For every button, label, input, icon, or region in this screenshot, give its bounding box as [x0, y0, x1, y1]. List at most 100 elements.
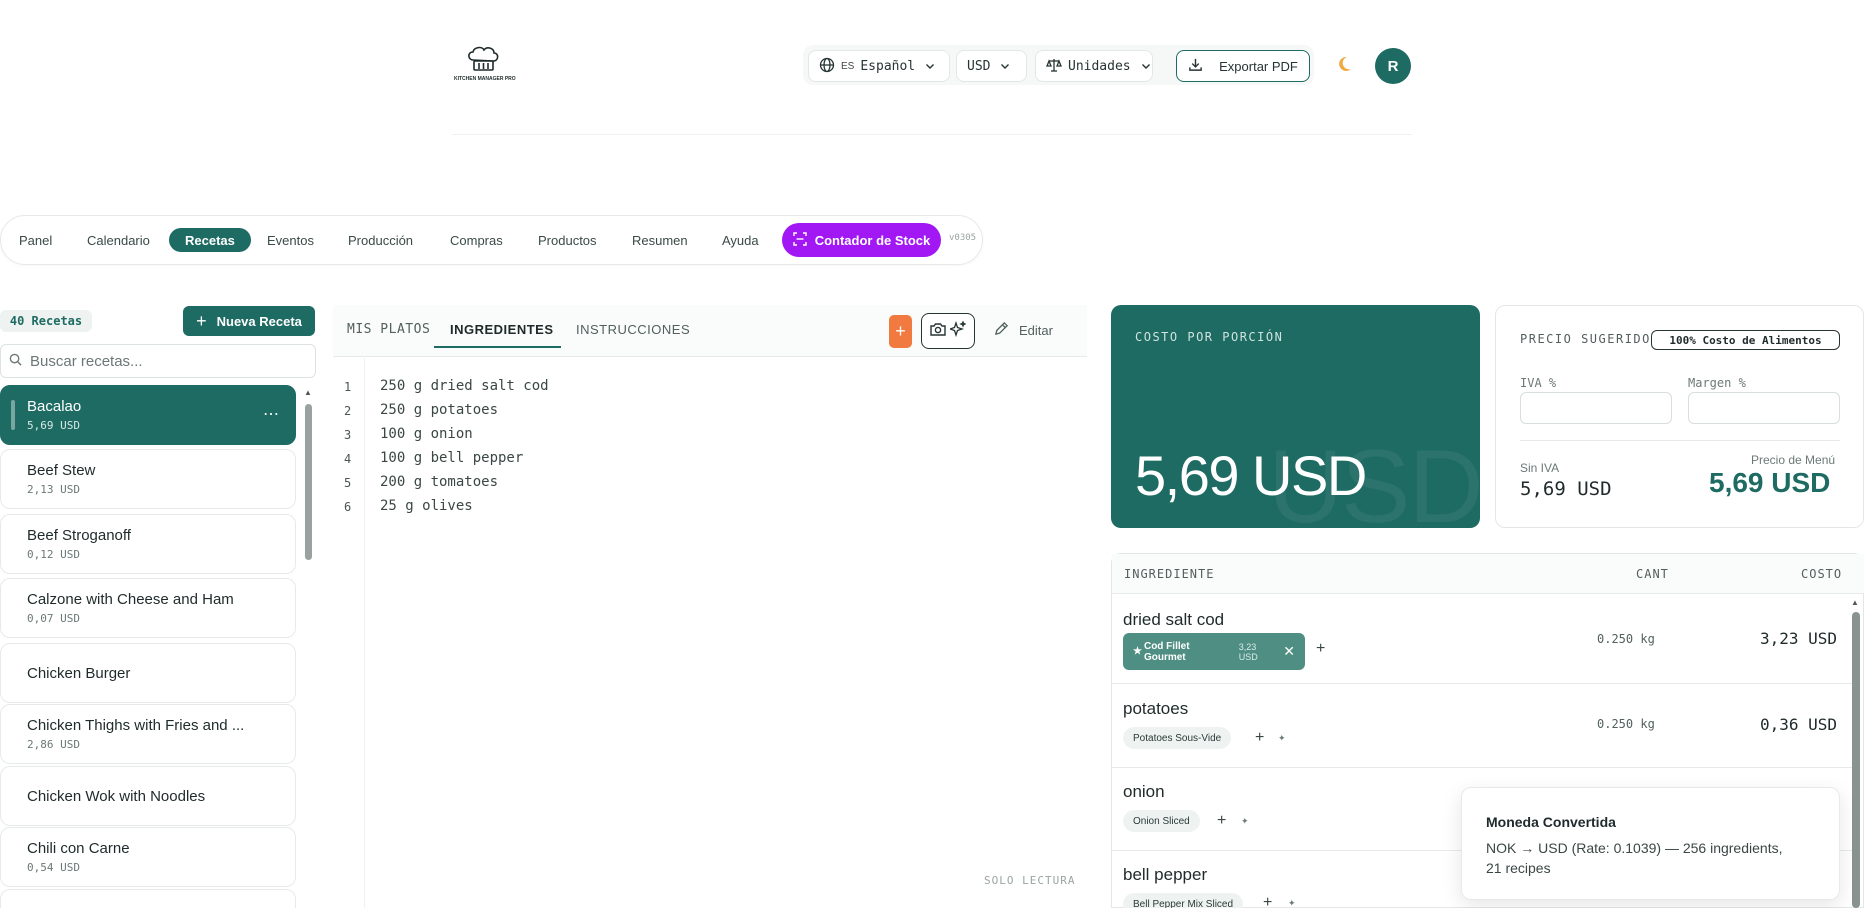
recipe-item[interactable]: Chicken Wok with Noodles — [0, 766, 296, 826]
recipe-name: Chicken Thighs with Fries and ... — [27, 717, 245, 734]
stock-counter-button[interactable]: Contador de Stock — [782, 223, 941, 257]
recipe-price: 0,12 USD — [27, 548, 80, 561]
chevron-down-icon — [925, 59, 935, 74]
column-header-ingredient: INGREDIENTE — [1124, 567, 1215, 581]
scroll-up-arrow-icon[interactable]: ▲ — [1851, 598, 1859, 607]
tab-ingredientes[interactable]: INGREDIENTES — [450, 322, 554, 337]
edit-button[interactable]: Editar — [994, 321, 1053, 339]
chevron-down-icon — [1000, 59, 1010, 74]
nav-item-panel[interactable]: Panel — [3, 228, 68, 252]
tab-mis-platos[interactable]: MIS PLATOS — [347, 322, 430, 337]
sparkle-icon[interactable]: ✦ — [1278, 733, 1286, 744]
tab-instrucciones[interactable]: INSTRUCCIONES — [576, 322, 690, 337]
product-chip[interactable]: Potatoes Sous-Vide — [1123, 727, 1232, 749]
camera-icon — [930, 322, 946, 341]
export-pdf-button[interactable]: Exportar PDF — [1176, 50, 1310, 82]
menu-price-value: 5,69 USD — [1709, 467, 1831, 498]
recipe-active-indicator — [11, 400, 15, 430]
add-ingredient-button[interactable]: + — [889, 315, 912, 348]
table-scrollbar[interactable] — [1852, 612, 1860, 908]
language-select[interactable]: ES Español — [808, 50, 950, 82]
product-chip[interactable]: Onion Sliced — [1123, 810, 1200, 832]
suggested-price-label: PRECIO SUGERIDO — [1520, 332, 1651, 346]
editor-line[interactable]: 250 g dried salt cod — [380, 378, 549, 394]
sidebar-scrollbar[interactable] — [305, 404, 312, 560]
scroll-up-arrow-icon[interactable]: ▲ — [304, 388, 312, 397]
recipe-search-input[interactable]: Buscar recetas... — [0, 344, 316, 378]
line-number: 4 — [344, 452, 352, 466]
product-chip[interactable]: Bell Pepper Mix Sliced — [1123, 893, 1244, 908]
new-recipe-label: Nueva Receta — [216, 313, 302, 329]
nav-item-compras[interactable]: Compras — [434, 228, 519, 252]
toast-title: Moneda Convertida — [1486, 814, 1616, 830]
vat-label: IVA % — [1520, 376, 1557, 390]
editor-line[interactable]: 250 g potatoes — [380, 402, 498, 418]
logo-text: KITCHEN MANAGER PRO — [454, 76, 516, 82]
nav-item-productos[interactable]: Productos — [522, 228, 613, 252]
recipe-item[interactable]: Beef Stew 2,13 USD — [0, 449, 296, 509]
nav-item-resumen[interactable]: Resumen — [616, 228, 704, 252]
nav-item-produccion[interactable]: Producción — [332, 228, 429, 252]
editor-line[interactable]: 100 g bell pepper — [380, 450, 523, 466]
nav-item-ayuda[interactable]: Ayuda — [706, 228, 775, 252]
close-icon[interactable]: ✕ — [1283, 643, 1295, 660]
avatar[interactable]: R — [1375, 48, 1411, 84]
header-divider — [452, 134, 1412, 135]
readonly-label: SOLO LECTURA — [984, 874, 1076, 887]
new-recipe-button[interactable]: + Nueva Receta — [183, 306, 315, 336]
recipe-item[interactable]: Chili con Carne 0,54 USD — [0, 827, 296, 887]
vat-input[interactable] — [1520, 392, 1672, 424]
app-logo[interactable]: KITCHEN MANAGER PRO — [454, 40, 516, 86]
ingredient-qty: 0.250 kg — [1597, 717, 1655, 731]
price-divider — [1520, 440, 1840, 441]
scale-icon — [1046, 57, 1062, 76]
nav-item-calendario[interactable]: Calendario — [71, 228, 166, 252]
recipe-item[interactable]: Chicken Thighs with Fries and ... 2,86 U… — [0, 704, 296, 764]
sparkle-icon[interactable]: ✦ — [1241, 816, 1249, 827]
recipe-price: 2,86 USD — [27, 738, 80, 751]
add-product-icon[interactable]: + — [1217, 812, 1226, 830]
recipe-item[interactable]: Bacalao 5,69 USD ⋯ — [0, 385, 296, 445]
currency-select[interactable]: USD — [956, 50, 1027, 82]
product-chip-selected[interactable]: ★ Cod Fillet Gourmet 3,23 USD ✕ — [1123, 633, 1305, 670]
ingredient-name: onion — [1123, 782, 1165, 801]
language-code: ES — [841, 60, 855, 72]
margin-input[interactable] — [1688, 392, 1840, 424]
recipe-item[interactable]: Chicken Burger — [0, 643, 296, 703]
nav-item-recetas[interactable]: Recetas — [169, 228, 251, 252]
nav-item-eventos[interactable]: Eventos — [251, 228, 330, 252]
editor-line[interactable]: 25 g olives — [380, 498, 473, 514]
recipe-item[interactable]: Beef Stroganoff 0,12 USD — [0, 514, 296, 574]
ai-camera-button[interactable] — [921, 313, 975, 349]
chevron-down-icon — [1141, 59, 1151, 74]
line-number: 2 — [344, 404, 352, 418]
menu-price-label: Precio de Menú — [1751, 453, 1836, 467]
add-product-icon[interactable]: + — [1255, 729, 1264, 747]
active-tab-indicator — [434, 346, 561, 348]
units-select[interactable]: Unidades — [1035, 50, 1153, 82]
add-product-icon[interactable]: + — [1316, 640, 1325, 658]
sparkles-icon — [947, 319, 967, 342]
recipe-item[interactable]: Calzone with Cheese and Ham 0,07 USD — [0, 578, 296, 638]
row-divider — [1112, 683, 1852, 684]
ingredient-qty: 0.250 kg — [1597, 632, 1655, 646]
editor-line[interactable]: 200 g tomatoes — [380, 474, 498, 490]
editor-line[interactable]: 100 g onion — [380, 426, 473, 442]
recipe-name: Beef Stroganoff — [27, 527, 131, 544]
star-icon: ★ — [1133, 646, 1142, 657]
add-product-icon[interactable]: + — [1263, 894, 1272, 908]
line-number: 5 — [344, 476, 352, 490]
product-price: 3,23 USD — [1238, 641, 1258, 662]
food-cost-badge[interactable]: 100% Costo de Alimentos — [1651, 330, 1840, 350]
line-number: 1 — [344, 380, 352, 394]
no-vat-value: 5,69 USD — [1520, 478, 1612, 500]
download-icon — [1188, 57, 1203, 75]
moon-icon[interactable] — [1335, 55, 1353, 78]
recipe-item[interactable] — [0, 889, 296, 908]
scan-icon — [793, 231, 807, 249]
recipe-price: 0,07 USD — [27, 612, 80, 625]
sparkle-icon[interactable]: ✦ — [1288, 898, 1296, 908]
more-options-icon[interactable]: ⋯ — [263, 404, 279, 424]
toast-line: NOK → USD (Rate: 0.1039) — 256 ingredien… — [1486, 840, 1783, 856]
cost-per-portion-label: COSTO POR PORCIÓN — [1135, 330, 1284, 344]
